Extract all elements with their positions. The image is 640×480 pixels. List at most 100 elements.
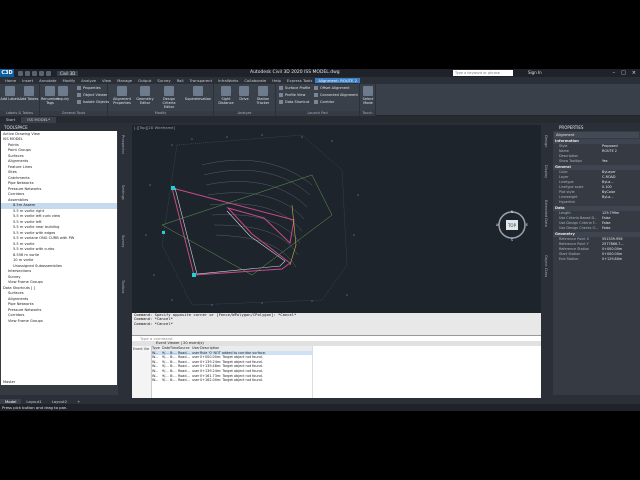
event-row[interactable]: W... 9/... 8:... Road... user 0+162.00m: Targ… xyxy=(152,378,312,383)
sign-in-button[interactable]: Sign In xyxy=(528,70,542,75)
panel-touch: Select Mode Touch xyxy=(360,84,376,116)
add-labels-button[interactable]: Add Labels xyxy=(0,86,20,101)
geometry-editor-button[interactable]: Geometry Editor xyxy=(135,86,155,105)
property-value[interactable]: Yes xyxy=(600,159,640,164)
viewcube-top-label[interactable]: TOP xyxy=(507,223,517,228)
file-tabs: Start ISS MODEL* xyxy=(0,116,640,123)
app-logo[interactable]: C3D xyxy=(0,69,14,77)
property-key: Show Tooltips xyxy=(559,159,583,163)
connected-alignment-button[interactable]: Connected Alignment xyxy=(314,93,358,97)
vtab-design[interactable]: Design xyxy=(544,135,548,147)
command-line: Command: Specify opposite corner or [Fen… xyxy=(132,312,541,341)
tab-infraworks[interactable]: InfraWorks xyxy=(215,78,241,83)
property-value[interactable]: False xyxy=(600,226,640,231)
layout-tab-layout2[interactable]: Layout2 xyxy=(47,399,72,404)
tab-insert[interactable]: Insert xyxy=(19,78,36,83)
tab-rail[interactable]: Rail xyxy=(174,78,187,83)
tab-output[interactable]: Output xyxy=(135,78,154,83)
save-icon[interactable] xyxy=(32,70,37,76)
property-row[interactable]: End Station 0+129.80m xyxy=(553,257,640,262)
panel-modify: Alignment Properties Geometry Editor Des… xyxy=(108,84,214,116)
properties-title[interactable]: PROPERTIES xyxy=(553,125,640,131)
tab-analyze[interactable]: Analyze xyxy=(78,78,99,83)
tab-manage[interactable]: Manage xyxy=(114,78,135,83)
object-viewer-button[interactable]: Object Viewer xyxy=(77,93,107,97)
toolspace-panel: TOOLSPACE Active Drawing View ISS MODEL P… xyxy=(0,125,118,395)
alignment-properties-icon xyxy=(117,86,127,96)
properties-button[interactable]: Properties xyxy=(77,86,101,90)
ribbon: Add Labels Add Tables Labels & Tables Re… xyxy=(0,84,640,116)
site-drawing xyxy=(145,134,359,306)
property-row[interactable]: Hyperlink xyxy=(553,200,640,205)
compass-east-label[interactable]: E xyxy=(526,223,528,227)
compass-north-label[interactable]: N xyxy=(511,210,514,214)
tab-annotate[interactable]: Annotate xyxy=(36,78,59,83)
tree-item[interactable]: View Frame Groups xyxy=(1,319,117,325)
surface-profile-button[interactable]: Surface Profile xyxy=(279,86,310,90)
alignment-properties-button[interactable]: Alignment Properties xyxy=(110,86,134,105)
add-layout-button[interactable]: + xyxy=(72,399,85,404)
vtab-survey[interactable]: Survey xyxy=(121,235,125,248)
tab-collaborate[interactable]: Collaborate xyxy=(241,78,269,83)
event-viewer: Event Viewer | 20 event(s) Event Vie Typ… xyxy=(132,341,541,401)
tab-home[interactable]: Home xyxy=(2,78,19,83)
tab-modify[interactable]: Modify xyxy=(59,78,78,83)
status-bar: Press pick button and drag to pan. xyxy=(0,404,640,411)
event-cell: user xyxy=(192,378,200,383)
redo-icon[interactable] xyxy=(46,70,51,76)
property-key: Use Design Checks O... xyxy=(559,226,599,230)
profile-view-button[interactable]: Profile View xyxy=(279,93,305,97)
panel-labels-tables: Add Labels Add Tables Labels & Tables xyxy=(0,84,40,116)
minimize-icon[interactable]: – xyxy=(613,70,616,76)
viewcube[interactable]: TOP N S E W xyxy=(496,209,536,249)
close-icon[interactable]: × xyxy=(632,70,636,76)
event-viewer-tree[interactable]: Event Vie xyxy=(132,346,152,401)
open-icon[interactable] xyxy=(25,70,30,76)
design-criteria-editor-button[interactable]: Design Criteria Editor xyxy=(157,86,181,109)
vtab-prospector[interactable]: Prospector xyxy=(121,135,125,154)
property-key: End Station xyxy=(559,257,579,261)
event-detail-pane[interactable] xyxy=(312,346,512,401)
search-input[interactable]: Type a keyword or phrase xyxy=(453,70,513,76)
tab-transparent[interactable]: Transparent xyxy=(187,78,215,83)
file-tab-start[interactable]: Start xyxy=(0,117,21,123)
isolate-objects-button[interactable]: Isolate Objects xyxy=(77,100,109,104)
property-value[interactable]: 0+129.80m xyxy=(600,257,640,262)
property-row[interactable]: Use Design Checks O... False xyxy=(553,226,640,231)
layout-tab-layout1[interactable]: Layout1 xyxy=(21,399,46,404)
inquiry-button[interactable]: Inquiry xyxy=(56,86,70,101)
geometry-editor-icon xyxy=(140,86,150,96)
undo-icon[interactable] xyxy=(39,70,44,76)
tab-express-tools[interactable]: Express Tools xyxy=(284,78,315,83)
tab-alignment-contextual[interactable]: Alignment: ROUTE 2 xyxy=(315,78,360,83)
tab-survey[interactable]: Survey xyxy=(154,78,173,83)
add-tables-button[interactable]: Add Tables xyxy=(19,86,39,101)
select-mode-button[interactable]: Select Mode xyxy=(360,86,376,105)
vtab-toolbox[interactable]: Toolbox xyxy=(121,280,125,293)
corridor-button[interactable]: Corridor xyxy=(314,100,334,104)
selection-dropdown[interactable]: Alignment xyxy=(554,132,639,138)
station-tracker-button[interactable]: Station Tracker xyxy=(253,86,273,105)
maximize-icon[interactable]: □ xyxy=(621,70,626,76)
tab-view[interactable]: View xyxy=(99,78,114,83)
sight-distance-button[interactable]: Sight Distance xyxy=(216,86,236,105)
master-view-selector[interactable]: Master xyxy=(1,379,117,385)
prospector-tree: ISS MODEL Points Point Groups Surfaces Align… xyxy=(1,137,117,379)
vtab-extended-data[interactable]: Extended Data xyxy=(544,200,548,227)
superelevation-button[interactable]: Superelevation xyxy=(184,86,212,101)
vtab-settings[interactable]: Settings xyxy=(121,185,125,200)
station-tracker-icon xyxy=(258,86,268,96)
window-controls: – □ × xyxy=(613,70,636,76)
drive-button[interactable]: Drive xyxy=(236,86,252,101)
property-value[interactable] xyxy=(600,200,640,205)
vtab-display[interactable]: Display xyxy=(544,165,548,178)
new-icon[interactable] xyxy=(18,70,23,76)
workspace-switcher[interactable]: Civil 3D xyxy=(57,70,79,76)
file-tab-iss-model[interactable]: ISS MODEL* xyxy=(21,117,57,123)
layout-tab-model[interactable]: Model xyxy=(0,398,22,404)
vtab-object-class[interactable]: Object Class xyxy=(544,255,548,277)
offset-alignment-button[interactable]: Offset Alignment xyxy=(314,86,350,90)
property-row[interactable]: Show Tooltips Yes xyxy=(553,159,640,164)
tab-help[interactable]: Help xyxy=(269,78,284,83)
data-shortcut-button[interactable]: Data Shortcut xyxy=(279,100,309,104)
